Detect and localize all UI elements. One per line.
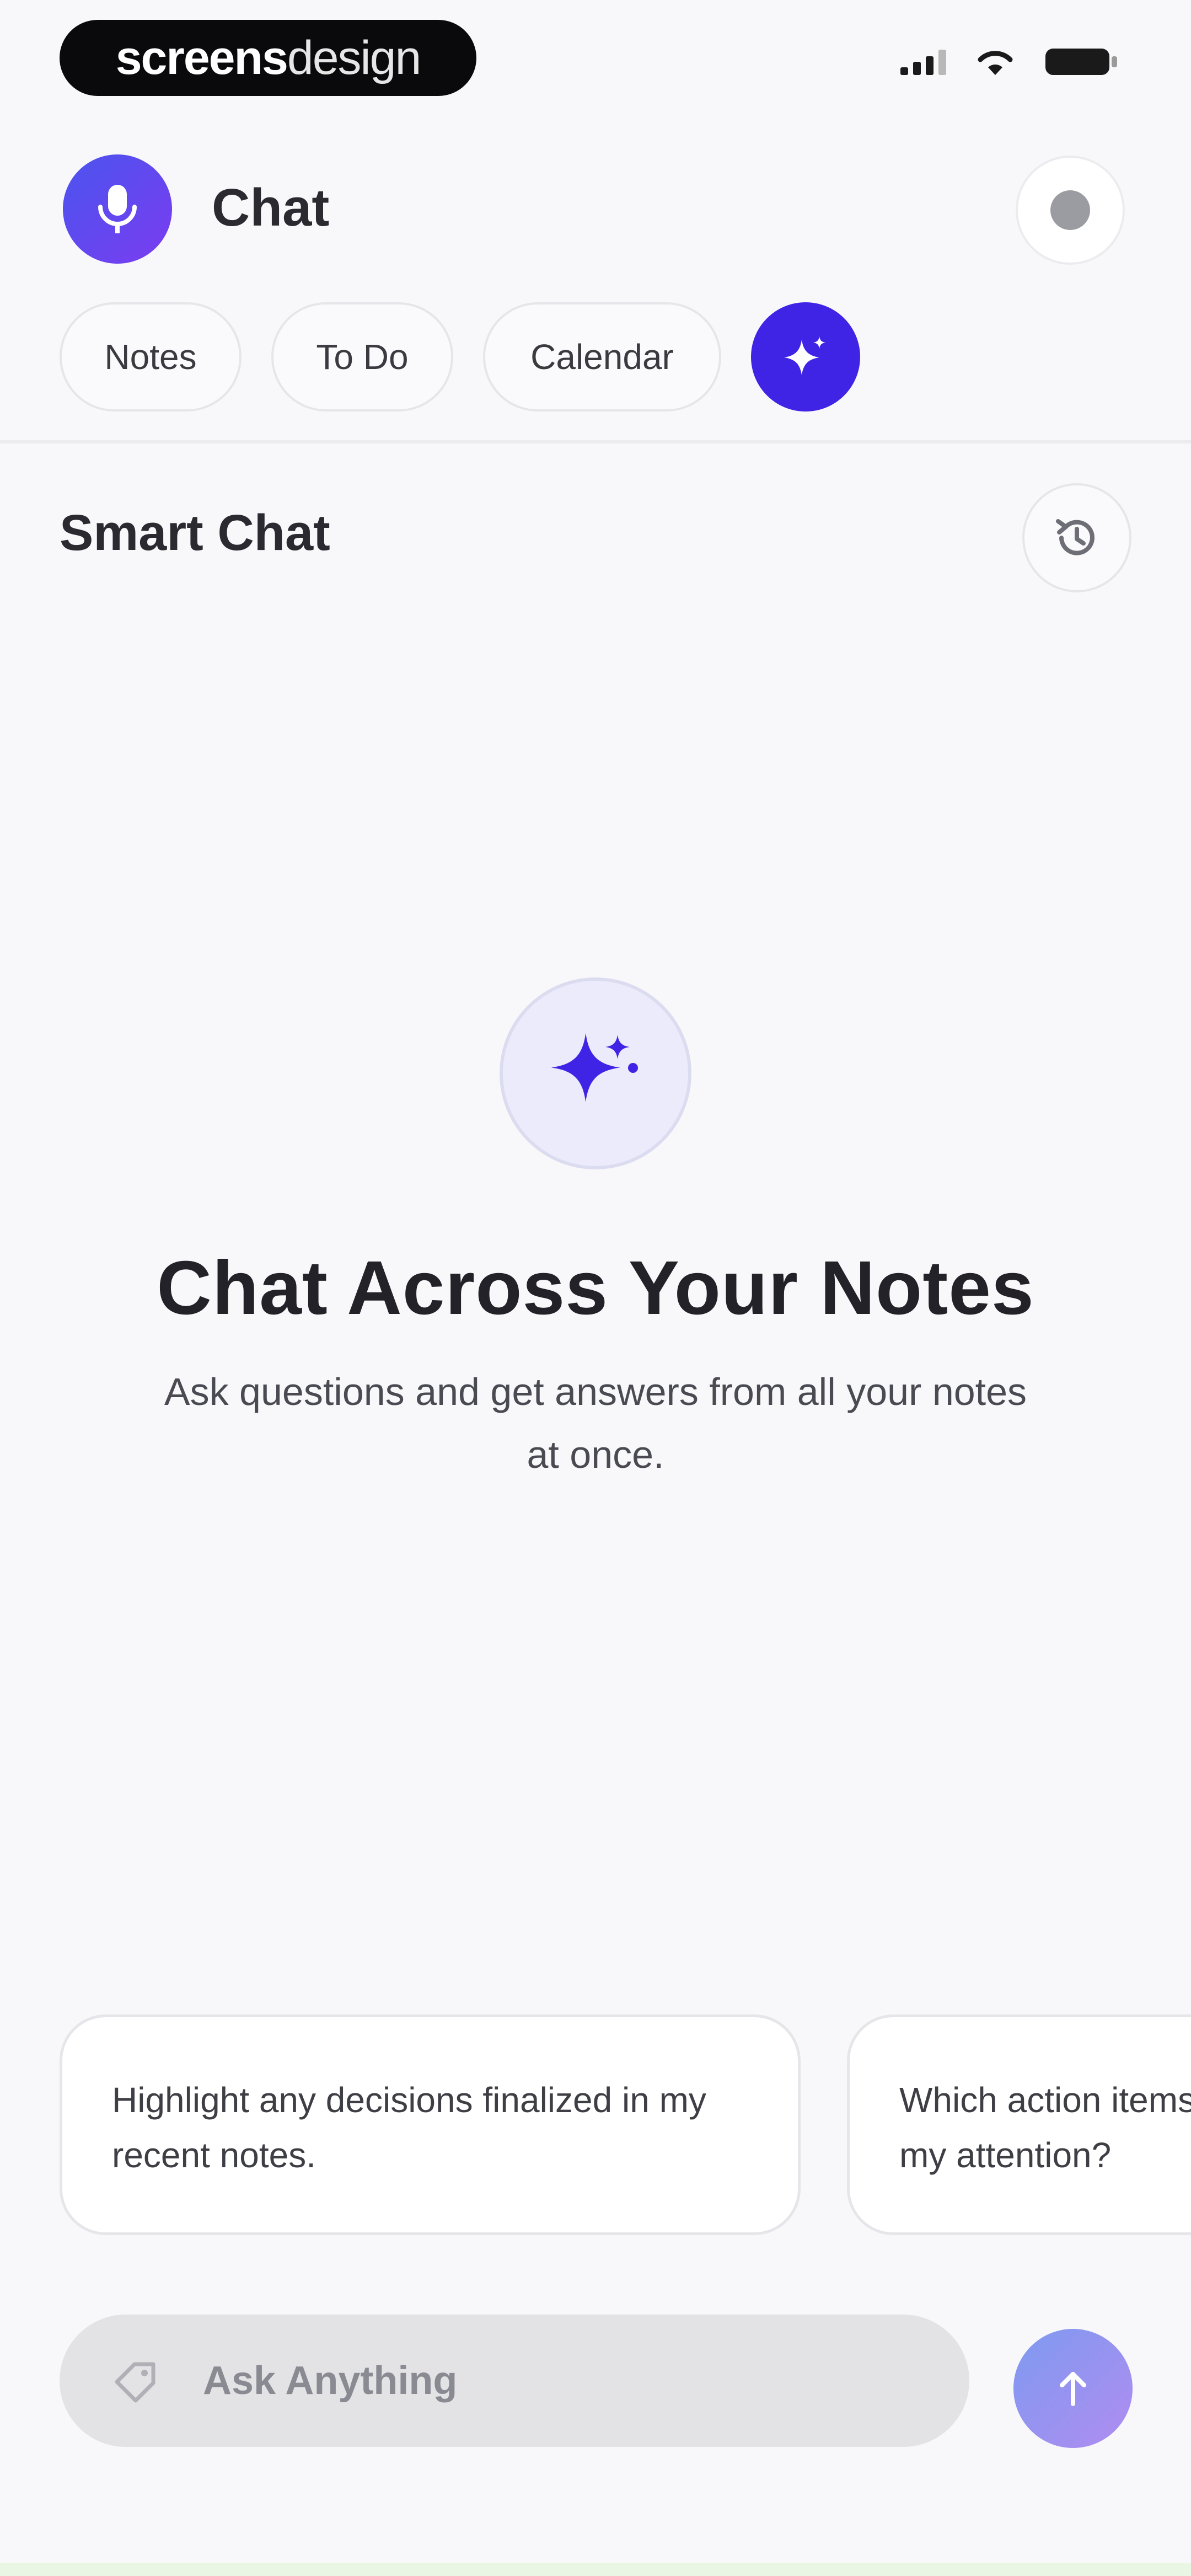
ask-input-container[interactable] (60, 2315, 969, 2447)
brand-logo-light: design (287, 31, 421, 84)
microphone-icon (98, 185, 137, 233)
empty-state-icon (500, 977, 691, 1169)
tab-bar: Notes To Do Calendar (60, 302, 860, 411)
bottom-edge (0, 2563, 1191, 2576)
wifi-icon (978, 51, 1013, 75)
tag-icon[interactable] (109, 2354, 162, 2407)
tab-calendar[interactable]: Calendar (483, 302, 721, 411)
suggestion-list: Highlight any decisions finalized in my … (60, 2014, 1191, 2235)
sparkle-icon (784, 336, 825, 375)
send-button[interactable] (1013, 2329, 1133, 2448)
empty-state-subtitle: Ask questions and get answers from all y… (164, 1370, 1027, 1476)
ask-input[interactable] (202, 2358, 919, 2404)
tab-smart-chat[interactable] (751, 302, 860, 411)
status-icons (900, 46, 1118, 77)
history-button[interactable] (1022, 483, 1131, 592)
tab-todo[interactable]: To Do (271, 302, 453, 411)
header-divider (0, 440, 1191, 443)
profile-button[interactable] (1016, 156, 1125, 265)
app-header: Chat (0, 116, 1191, 298)
brand-logo: screens design (60, 20, 476, 96)
chat-screen: screens design Chat Notes To Do Calendar… (0, 0, 1191, 2576)
sparkles-icon (551, 1033, 638, 1102)
status-bar: screens design (0, 0, 1191, 116)
suggestion-card[interactable]: Which action items in my notes require m… (847, 2014, 1191, 2235)
empty-state-title: Chat Across Your Notes (157, 1246, 1034, 1330)
brand-logo-strong: screens (115, 31, 288, 84)
arrow-up-icon (1060, 2372, 1086, 2406)
suggestion-card[interactable]: Highlight any decisions finalized in my … (60, 2014, 801, 2235)
section-title: Smart Chat (60, 505, 330, 561)
profile-icon (1050, 190, 1090, 230)
app-avatar[interactable] (63, 154, 172, 264)
page-title: Chat (212, 178, 330, 237)
history-icon (1056, 519, 1095, 555)
battery-icon (1045, 49, 1117, 75)
tab-notes[interactable]: Notes (60, 302, 242, 411)
cellular-signal-icon (900, 49, 946, 75)
